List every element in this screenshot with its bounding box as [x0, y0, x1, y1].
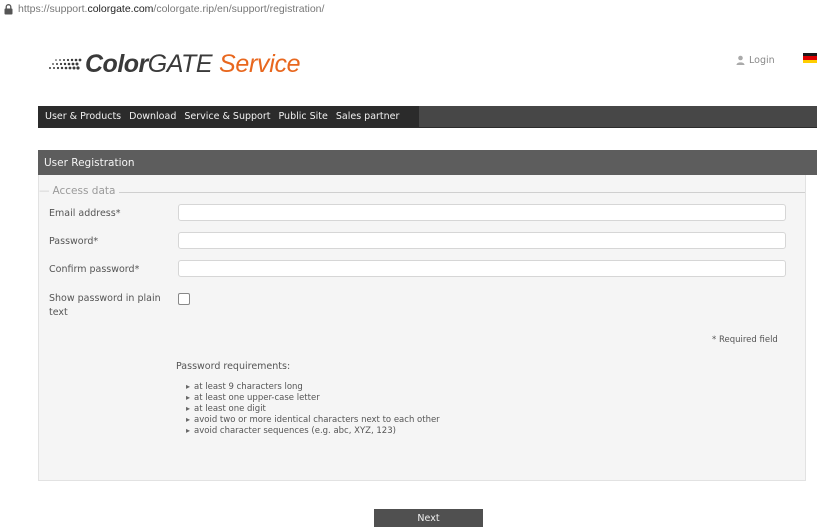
legend-text: Access data [52, 185, 116, 197]
next-button[interactable]: Next [374, 509, 483, 527]
main-nav: User & Products Download Service & Suppo… [38, 106, 817, 128]
login-label: Login [749, 54, 775, 66]
password-requirements-title: Password requirements: [176, 361, 291, 372]
logo-text-gate: GATE [147, 49, 213, 78]
url-path: /colorgate.rip/en/support/registration/ [153, 3, 325, 15]
logo-text-color: Color [85, 49, 148, 78]
list-item: avoid two or more identical characters n… [186, 414, 440, 425]
list-item: avoid character sequences (e.g. abc, XYZ… [186, 425, 440, 436]
login-link[interactable]: Login [736, 53, 775, 67]
url-prefix: https://support. [18, 3, 88, 15]
section-header: User Registration [38, 150, 817, 175]
nav-item-user-products[interactable]: User & Products [45, 111, 121, 122]
url-host: colorgate.com [87, 3, 154, 15]
logo-text-service: Service [219, 49, 301, 78]
page-title: User Registration [44, 156, 135, 169]
nav-item-public-site[interactable]: Public Site [278, 111, 327, 122]
show-password-checkbox[interactable] [178, 293, 190, 305]
required-field-note: * Required field [712, 335, 778, 345]
nav-item-download[interactable]: Download [129, 111, 176, 122]
fieldset-legend: — Access data [39, 185, 120, 197]
registration-form: — Access data Email address* Password* Co… [38, 175, 806, 481]
flag-germany-icon[interactable] [803, 53, 817, 63]
list-item: at least one digit [186, 403, 440, 414]
email-field[interactable] [178, 204, 786, 221]
lock-icon [4, 3, 13, 14]
nav-item-service-support[interactable]: Service & Support [184, 111, 270, 122]
page: https://support. colorgate.com/colorgate.… [0, 0, 817, 527]
confirm-password-label: Confirm password* [49, 264, 140, 275]
address-bar[interactable]: https://support. colorgate.com/colorgate.… [0, 0, 817, 18]
user-icon [736, 55, 745, 65]
nav-items: User & Products Download Service & Suppo… [45, 106, 407, 127]
list-item: at least one upper-case letter [186, 392, 440, 403]
nav-item-sales-partner[interactable]: Sales partner [336, 111, 400, 122]
show-password-label-line2: text [49, 307, 68, 318]
email-label: Email address* [49, 208, 121, 219]
password-requirements-list: at least 9 characters long at least one … [186, 381, 440, 436]
list-item: at least 9 characters long [186, 381, 440, 392]
colorgate-logo[interactable]: Color GATE Service [45, 49, 301, 79]
show-password-label-line1: Show password in plain [49, 293, 161, 304]
logo-dots-icon [49, 58, 82, 70]
password-label: Password* [49, 236, 99, 247]
fieldset-border [39, 192, 805, 193]
password-field[interactable] [178, 232, 786, 249]
confirm-password-field[interactable] [178, 260, 786, 277]
